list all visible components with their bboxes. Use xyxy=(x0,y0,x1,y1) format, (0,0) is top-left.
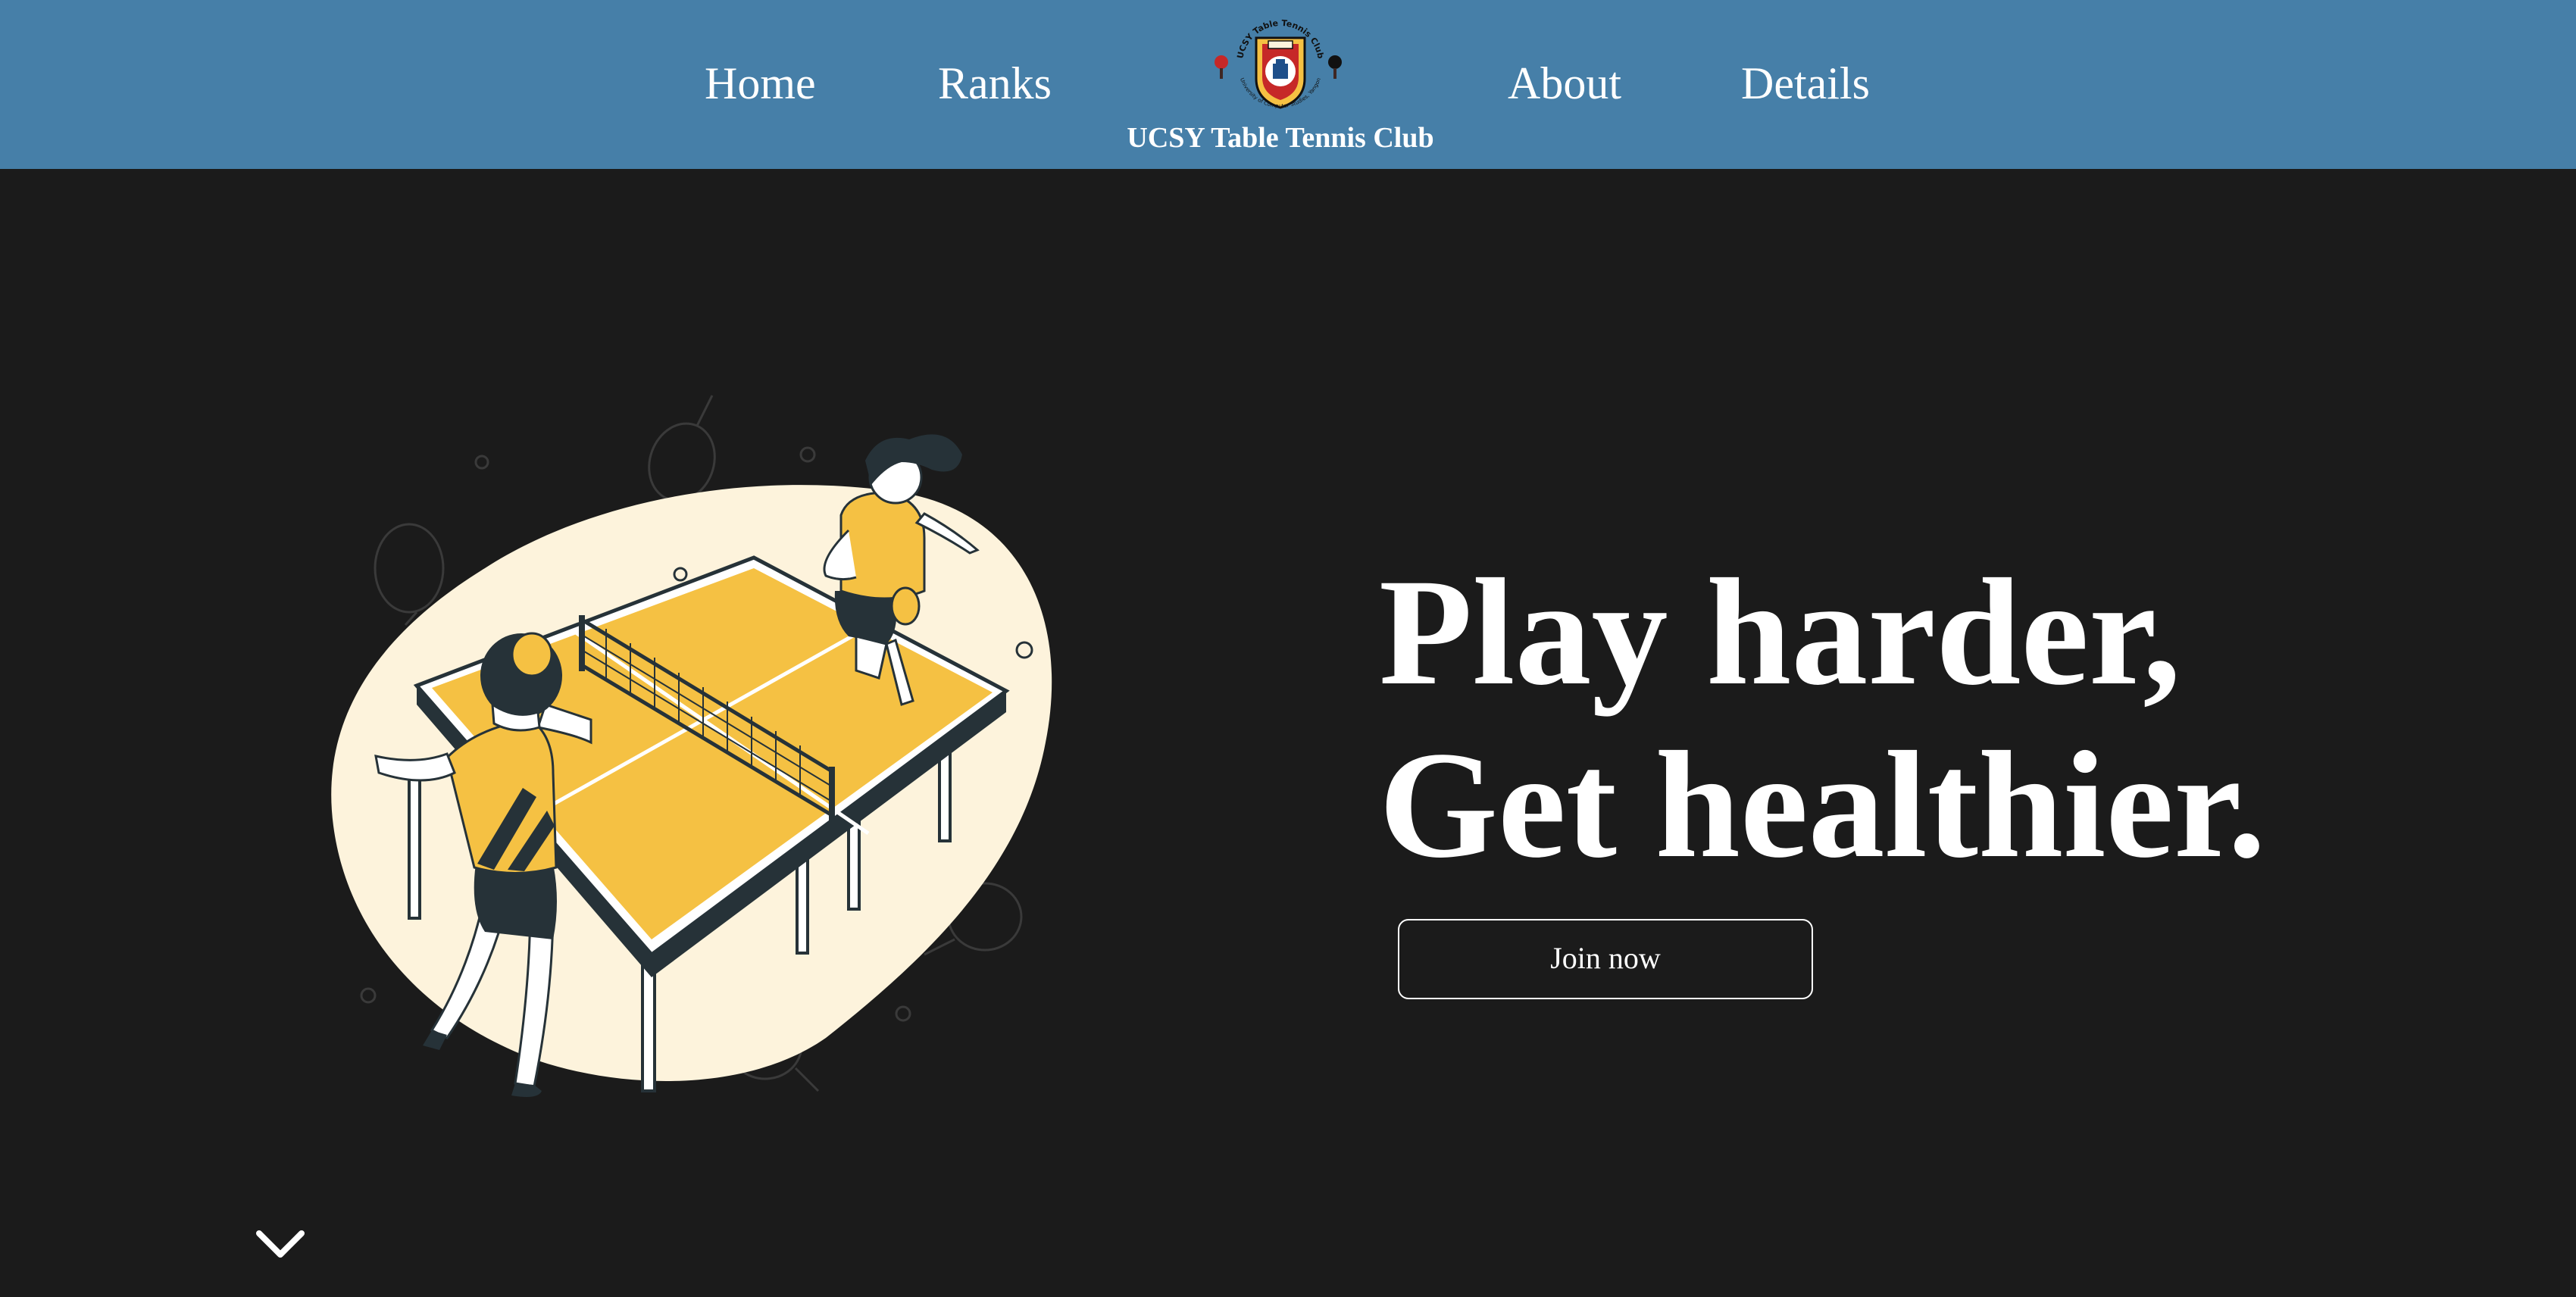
headline-line-1: Play harder, xyxy=(1379,547,2181,717)
hero-headline: Play harder, Get healthier. xyxy=(1379,545,2266,891)
nav-details-link[interactable]: Details xyxy=(1741,53,1870,114)
top-navbar: Home Ranks UCSY Table Tennis Club Univer… xyxy=(0,0,2576,169)
chevron-down-icon[interactable] xyxy=(253,1226,308,1261)
headline-line-2: Get healthier. xyxy=(1379,720,2266,889)
nav-home-link[interactable]: Home xyxy=(705,53,816,114)
club-logo-icon[interactable]: UCSY Table Tennis Club University of Com… xyxy=(1212,11,1349,117)
join-now-button[interactable]: Join now xyxy=(1398,919,1813,999)
brand-name: UCSY Table Tennis Club xyxy=(1127,122,1434,154)
nav-ranks-link[interactable]: Ranks xyxy=(938,53,1052,114)
table-tennis-illustration xyxy=(326,379,1091,1121)
nav-about-link[interactable]: About xyxy=(1508,53,1621,114)
